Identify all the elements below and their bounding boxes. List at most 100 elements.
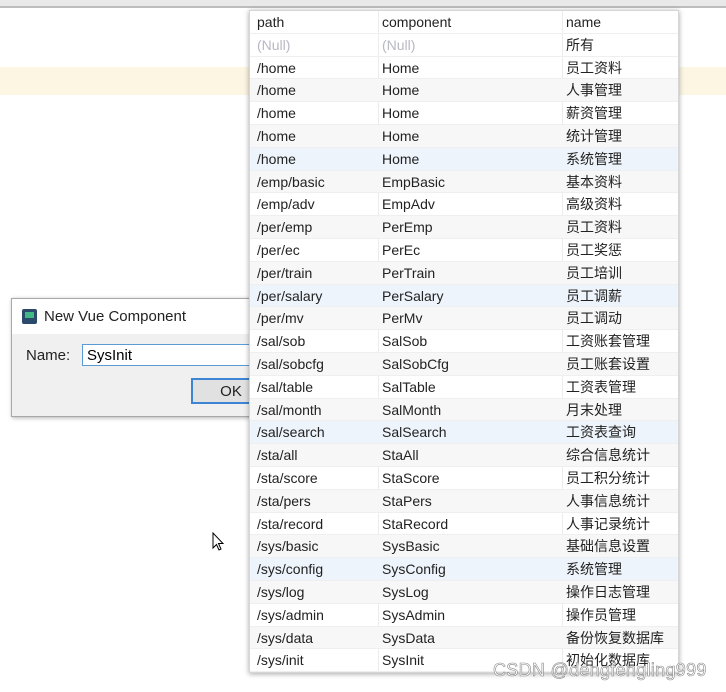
cell-name: 所有 <box>566 36 594 53</box>
name-label: Name: <box>26 347 71 364</box>
cell-name: 员工资料 <box>566 219 622 236</box>
table-row[interactable]: /sys/basic SysBasic 基础信息设置 <box>250 535 678 559</box>
cell-path: /emp/basic <box>257 173 325 190</box>
table-row[interactable]: /sta/pers StaPers 人事信息统计 <box>250 489 678 513</box>
dialog-title: New Vue Component <box>44 308 187 325</box>
table-row[interactable]: /sal/sob SalSob 工资账套管理 <box>250 330 678 353</box>
table-row[interactable]: /sys/admin SysAdmin 操作员管理 <box>250 604 678 627</box>
cell-component: PerEc <box>382 241 421 258</box>
cell-path: /per/ec <box>257 241 300 258</box>
cell-name: 人事管理 <box>566 82 622 99</box>
cell-path: /sta/pers <box>257 492 311 509</box>
table-row[interactable]: /home Home 系统管理 <box>250 147 678 171</box>
cell-name: 人事记录统计 <box>566 515 650 532</box>
cell-component: EmpBasic <box>382 173 446 190</box>
table-row[interactable]: /sta/record StaRecord 人事记录统计 <box>250 513 678 536</box>
table-row[interactable]: /per/ec PerEc 员工奖惩 <box>250 239 678 262</box>
cell-component: SalMonth <box>382 401 442 418</box>
cell-path: /sys/init <box>257 652 304 669</box>
table-row[interactable]: /per/train PerTrain 员工培训 <box>250 261 678 285</box>
cell-component: SalSobCfg <box>382 355 449 372</box>
cell-component: (Null) <box>382 36 416 53</box>
cell-component: StaScore <box>382 469 440 486</box>
cell-path: /sal/sob <box>257 333 306 350</box>
mouse-cursor-icon <box>212 532 224 551</box>
cell-name: 员工调动 <box>566 310 622 327</box>
header-component: component <box>382 14 452 30</box>
table-row[interactable]: /home Home 人事管理 <box>250 79 678 103</box>
table-row[interactable]: /home Home 员工资料 <box>250 57 678 80</box>
cell-component: SalSearch <box>382 424 447 441</box>
table-row[interactable]: /sal/search SalSearch 工资表查询 <box>250 421 678 445</box>
cell-path: /home <box>257 82 296 99</box>
cell-name: 员工奖惩 <box>566 241 622 258</box>
table-row[interactable]: (Null) (Null) 所有 <box>250 34 678 57</box>
cell-component: PerSalary <box>382 287 444 304</box>
cell-path: /per/salary <box>257 287 323 304</box>
cell-component: StaPers <box>382 492 432 509</box>
cell-path: /home <box>257 105 296 122</box>
cell-path: /sal/month <box>257 401 322 418</box>
cell-name: 备份恢复数据库 <box>566 629 664 646</box>
cell-name: 系统管理 <box>566 561 622 578</box>
table-row[interactable]: /sal/sobcfg SalSobCfg 员工账套设置 <box>250 352 678 376</box>
cell-component: SysData <box>382 629 435 646</box>
cell-name: 工资账套管理 <box>566 333 650 350</box>
cell-name: 工资表管理 <box>566 378 636 395</box>
cell-path: /sta/all <box>257 447 298 464</box>
webstorm-app-icon <box>22 309 37 324</box>
cell-name: 月末处理 <box>566 401 622 418</box>
cell-name: 操作员管理 <box>566 606 636 623</box>
table-row[interactable]: /per/salary PerSalary 员工调薪 <box>250 284 678 308</box>
cell-name: 系统管理 <box>566 150 622 167</box>
table-row[interactable]: /emp/adv EmpAdv 高级资料 <box>250 193 678 217</box>
cell-name: 工资表查询 <box>566 424 636 441</box>
dialog-title-bar: New Vue Component <box>12 299 262 334</box>
cell-name: 员工调薪 <box>566 287 622 304</box>
cell-path: /sal/search <box>257 424 325 441</box>
cell-name: 员工积分统计 <box>566 469 650 486</box>
cell-name: 员工账套设置 <box>566 355 650 372</box>
cell-component: Home <box>382 127 420 144</box>
table-row[interactable]: /sal/table SalTable 工资表管理 <box>250 376 678 399</box>
cell-component: Home <box>382 150 420 167</box>
table-row[interactable]: /sys/log SysLog 操作日志管理 <box>250 580 678 604</box>
cell-path: /home <box>257 150 296 167</box>
csdn-watermark: CSDN @dengfengling999 <box>493 660 707 681</box>
cell-path: /sys/data <box>257 629 314 646</box>
cell-component: SysInit <box>382 652 425 669</box>
cell-component: SalTable <box>382 378 436 395</box>
cell-path: /sal/table <box>257 378 314 395</box>
cell-component: Home <box>382 82 420 99</box>
cell-component: EmpAdv <box>382 196 435 213</box>
table-row[interactable]: /home Home 统计管理 <box>250 124 678 148</box>
cell-component: SysBasic <box>382 538 440 555</box>
cell-path: /per/mv <box>257 310 304 327</box>
table-row[interactable]: /per/emp PerEmp 员工资料 <box>250 216 678 239</box>
cell-component: SysConfig <box>382 561 446 578</box>
new-vue-component-dialog: New Vue Component Name: OK <box>11 298 271 417</box>
table-header: path component name <box>250 11 678 34</box>
cell-path: /sys/admin <box>257 606 324 623</box>
cell-component: Home <box>382 105 420 122</box>
table-row[interactable]: /home Home 薪资管理 <box>250 102 678 125</box>
table-row[interactable]: /sal/month SalMonth 月末处理 <box>250 398 678 422</box>
table-row[interactable]: /sys/config SysConfig 系统管理 <box>250 558 678 581</box>
table-row[interactable]: /per/mv PerMv 员工调动 <box>250 307 678 331</box>
cell-name: 人事信息统计 <box>566 492 650 509</box>
cell-name: 基础信息设置 <box>566 538 650 555</box>
cell-name: 操作日志管理 <box>566 583 650 600</box>
cell-path: /sta/record <box>257 515 324 532</box>
cell-name: 员工资料 <box>566 59 622 76</box>
table-row[interactable]: /emp/basic EmpBasic 基本资料 <box>250 170 678 194</box>
table-row[interactable]: /sta/score StaScore 员工积分统计 <box>250 467 678 490</box>
table-row[interactable]: /sys/data SysData 备份恢复数据库 <box>250 626 678 650</box>
cell-name: 薪资管理 <box>566 105 622 122</box>
table-row[interactable]: /sta/all StaAll 综合信息统计 <box>250 444 678 467</box>
name-input[interactable] <box>82 344 252 366</box>
cell-component: PerMv <box>382 310 423 327</box>
header-path: path <box>257 14 285 30</box>
cell-path: /emp/adv <box>257 196 315 213</box>
top-toolbar-strip <box>0 0 726 8</box>
cell-component: PerTrain <box>382 264 436 281</box>
